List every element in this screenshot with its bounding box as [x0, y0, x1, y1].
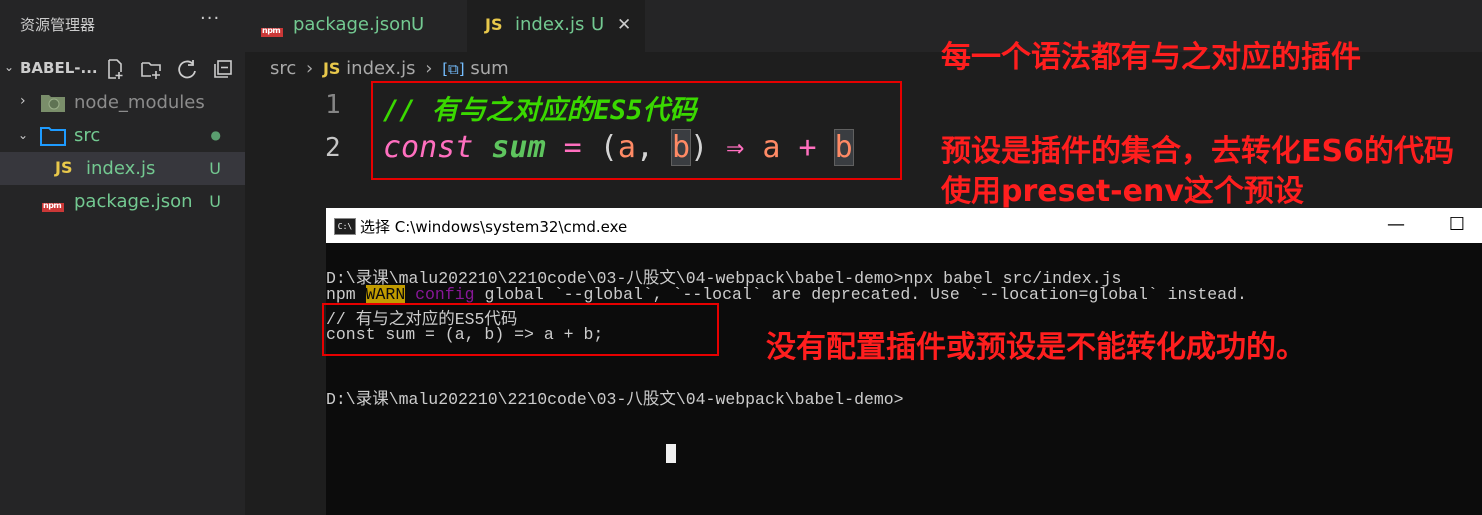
variable-symbol-icon: [⧉] [442, 60, 465, 78]
breadcrumb-sum[interactable]: sum [470, 58, 508, 79]
tab-package-json[interactable]: npm package.json U [245, 0, 465, 52]
untracked-badge: U [591, 14, 605, 35]
explorer-sidebar: 资源管理器 ··· ⌄ BABEL-... › node_modules ⌄ s… [0, 0, 245, 515]
folder-icon [40, 127, 66, 146]
npm-icon: npm [261, 26, 283, 37]
console-space [405, 285, 415, 304]
javascript-file-icon: JS [485, 15, 503, 34]
tree-item-label: src [74, 125, 101, 146]
workspace-section-header[interactable]: ⌄ BABEL-... [0, 52, 245, 86]
tab-label: package.json [293, 14, 412, 35]
modified-dot-icon: ● [210, 128, 221, 142]
chevron-down-icon: ⌄ [18, 128, 29, 142]
annotation-no-config: 没有配置插件或预设是不能转化成功的。 [766, 330, 1306, 365]
warning-message: global `--global`, `--local` are depreca… [474, 285, 1247, 304]
javascript-file-icon: JS [55, 158, 73, 177]
warn-badge: WARN [365, 285, 406, 304]
untracked-badge: U [411, 14, 425, 35]
npm-label: npm [326, 285, 366, 304]
workspace-name: BABEL-... [20, 59, 98, 77]
tree-item-label: package.json [74, 191, 193, 212]
line-number: 2 [325, 133, 341, 163]
tree-item-label: node_modules [74, 92, 205, 113]
javascript-file-icon: JS [322, 59, 341, 78]
tree-item-src[interactable]: ⌄ src ● [0, 119, 245, 152]
breadcrumb: src › JS index.js › [⧉] sum [270, 58, 509, 79]
close-icon[interactable]: ✕ [617, 15, 631, 35]
tree-item-index-js[interactable]: JS index.js U [0, 152, 245, 185]
annotation-preset-collection: 预设是插件的集合，去转化ES6的代码 [941, 134, 1454, 169]
untracked-badge: U [209, 192, 221, 211]
node-modules-folder-icon [41, 95, 65, 112]
npm-icon: npm [42, 201, 64, 212]
new-file-icon[interactable] [104, 58, 126, 80]
breadcrumb-separator: › [425, 58, 433, 79]
chevron-down-icon: ⌄ [4, 60, 15, 74]
cmd-app-icon: C:\ [334, 218, 356, 235]
tree-item-label: index.js [86, 158, 156, 179]
minimize-button[interactable]: — [1376, 212, 1416, 238]
maximize-button[interactable]: ☐ [1437, 212, 1477, 238]
config-label: config [415, 285, 475, 304]
more-actions-icon[interactable]: ··· [200, 8, 220, 29]
line-number: 1 [325, 90, 341, 120]
console-cursor [666, 444, 676, 463]
refresh-icon[interactable] [176, 58, 198, 80]
annotation-preset-env: 使用preset-env这个预设 [941, 174, 1304, 209]
chevron-right-icon: › [20, 93, 26, 109]
annotation-plugins: 每一个语法都有与之对应的插件 [941, 40, 1361, 75]
tree-item-node-modules[interactable]: › node_modules [0, 86, 245, 119]
new-folder-icon[interactable] [140, 58, 162, 80]
untracked-badge: U [209, 159, 221, 178]
highlight-box-code [371, 81, 902, 180]
tree-item-package-json[interactable]: npm package.json U [0, 185, 245, 218]
cmd-titlebar[interactable]: C:\ 选择 C:\windows\system32\cmd.exe — ☐ [326, 208, 1482, 243]
console-line-prompt: D:\录课\malu202210\2210code\03-八股文\04-webp… [326, 390, 904, 409]
breadcrumb-separator: › [306, 58, 314, 79]
tab-index-js[interactable]: JS index.js U ✕ [467, 0, 645, 52]
tab-label: index.js [515, 14, 585, 35]
breadcrumb-index-js[interactable]: index.js [346, 58, 415, 79]
collapse-all-icon[interactable] [212, 58, 234, 80]
cmd-window-title: 选择 C:\windows\system32\cmd.exe [360, 218, 628, 236]
breadcrumb-src[interactable]: src [270, 58, 296, 79]
explorer-title: 资源管理器 [20, 16, 96, 34]
highlight-box-output [322, 303, 719, 356]
console-line-warning: npm WARN config global `--global`, `--lo… [326, 285, 1247, 304]
